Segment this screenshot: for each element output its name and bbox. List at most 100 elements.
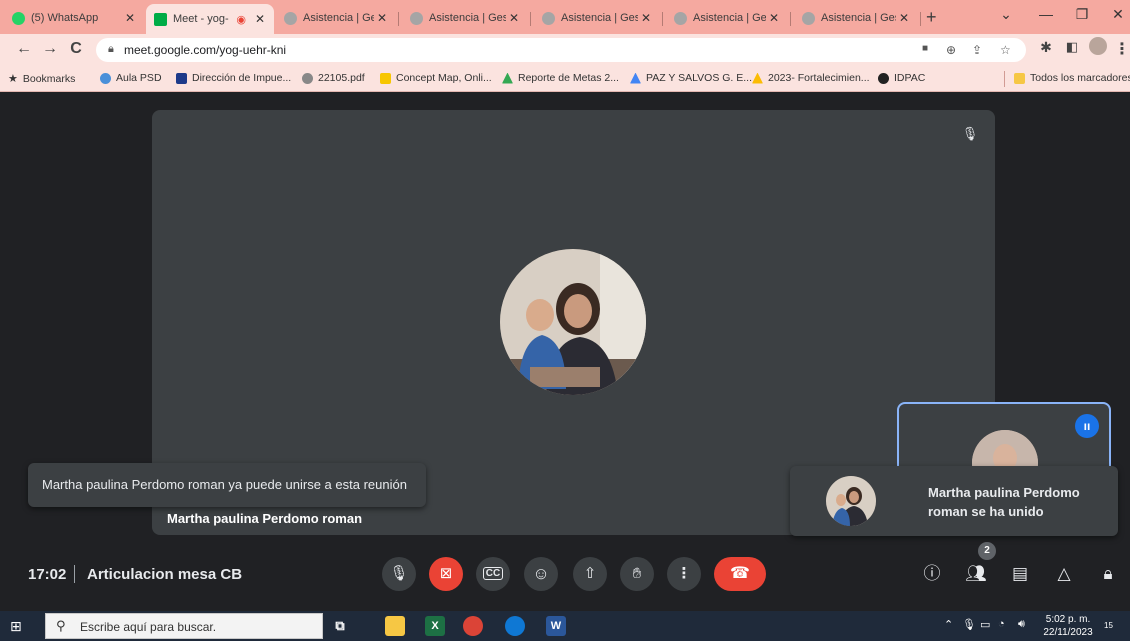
share-icon[interactable]: ⇪ bbox=[972, 43, 982, 57]
edge-icon[interactable] bbox=[505, 616, 525, 636]
reload-icon[interactable]: C bbox=[66, 40, 86, 58]
volume-icon[interactable]: 🔊︎ bbox=[1018, 618, 1025, 631]
meeting-clock: 17:02 bbox=[28, 566, 67, 583]
tray-mic-icon[interactable]: 🎙︎ bbox=[962, 618, 976, 631]
close-icon[interactable]: ✕ bbox=[122, 11, 138, 25]
miro-icon bbox=[380, 72, 391, 84]
bookmark-label: Aula PSD bbox=[116, 72, 162, 84]
camera-off-button[interactable]: ⊠ bbox=[429, 557, 463, 591]
tab-title: Meet - yog- bbox=[173, 13, 229, 25]
extensions-icon[interactable]: ✱ bbox=[1036, 39, 1056, 56]
bookmark-item[interactable]: Concept Map, Onli... bbox=[380, 72, 492, 84]
lock-person-icon: 🔒︎ bbox=[1103, 564, 1113, 583]
wifi-icon[interactable]: ◔ bbox=[998, 618, 1005, 630]
bookmark-label: PAZ Y SALVOS G. E... bbox=[646, 72, 753, 84]
tab-asistencia[interactable]: Asistencia | Gest ✕ bbox=[666, 6, 788, 30]
bookmark-item[interactable]: ★ Bookmarks bbox=[8, 72, 75, 86]
notification-text: Martha paulina Perdomo roman ya puede un… bbox=[42, 477, 407, 492]
activities-icon: △ bbox=[1057, 564, 1071, 583]
back-icon[interactable]: ← bbox=[14, 40, 34, 58]
tray-display-icon[interactable]: ▭ bbox=[980, 618, 990, 631]
avatar-photo bbox=[826, 476, 876, 526]
bookmark-item[interactable]: 22105.pdf bbox=[302, 72, 365, 84]
close-icon[interactable]: ✕ bbox=[374, 11, 390, 25]
close-icon[interactable]: ✕ bbox=[766, 11, 782, 25]
forward-icon[interactable]: → bbox=[40, 40, 60, 58]
bookmark-item[interactable]: Reporte de Metas 2... bbox=[502, 72, 619, 84]
bookmark-item[interactable]: PAZ Y SALVOS G. E... bbox=[630, 72, 752, 84]
people-icon: 👥︎ bbox=[965, 564, 987, 583]
tray-chevron-icon[interactable]: ⌃ bbox=[944, 618, 953, 631]
menu-icon[interactable]: ⋮ bbox=[1112, 39, 1130, 59]
hang-up-icon: ☎︎ bbox=[730, 565, 750, 582]
taskbar-search[interactable]: ⚲ Escribe aquí para buscar. bbox=[45, 613, 323, 639]
close-icon[interactable]: ✕ bbox=[638, 11, 654, 25]
tab-asistencia[interactable]: Asistencia | Gest ✕ bbox=[534, 6, 660, 30]
tab-separator bbox=[920, 12, 921, 26]
tab-asistencia[interactable]: Asistencia | Gest ✕ bbox=[402, 6, 528, 30]
close-icon[interactable]: ✕ bbox=[252, 12, 268, 26]
clock-time: 5:02 p. m. bbox=[1045, 614, 1091, 625]
captions-button[interactable]: CC bbox=[476, 557, 510, 591]
word-icon[interactable]: W bbox=[546, 616, 566, 636]
windows-start-icon[interactable]: ⊞ bbox=[10, 618, 22, 635]
zoom-icon[interactable]: ⊕ bbox=[946, 43, 956, 57]
tab-title: (5) WhatsApp bbox=[31, 12, 99, 24]
tab-search-icon[interactable]: ⌄ bbox=[996, 6, 1016, 23]
bookmark-item[interactable]: Aula PSD bbox=[100, 72, 162, 84]
bookmark-label: Reporte de Metas 2... bbox=[518, 72, 619, 84]
globe-icon bbox=[878, 72, 889, 84]
microphone-button[interactable]: 🎙︎ bbox=[382, 557, 416, 591]
joined-notification: Martha paulina Perdomo roman se ha unido bbox=[790, 466, 1118, 536]
tab-meet[interactable]: Meet - yog- ◉ ✕ bbox=[146, 4, 274, 34]
activities-button[interactable]: △ bbox=[1050, 560, 1078, 588]
doc-icon bbox=[176, 72, 187, 84]
tab-asistencia[interactable]: Asistencia | Gest ✕ bbox=[276, 6, 396, 30]
globe-icon bbox=[100, 72, 111, 84]
chat-button[interactable]: ▤ bbox=[1006, 560, 1034, 588]
drive-icon bbox=[752, 72, 763, 84]
drive-icon bbox=[502, 72, 513, 84]
bookmark-star-icon[interactable]: ☆ bbox=[1000, 43, 1011, 57]
globe-icon bbox=[410, 11, 423, 25]
captions-icon: CC bbox=[482, 567, 504, 580]
system-clock[interactable]: 5:02 p. m. 22/11/2023 bbox=[1043, 613, 1093, 639]
close-icon[interactable]: ✕ bbox=[896, 11, 912, 25]
bookmark-item[interactable]: 2023- Fortalecimien... bbox=[752, 72, 870, 84]
leave-call-button[interactable]: ☎︎ bbox=[714, 557, 766, 591]
notification-text: Martha paulina Perdomo roman se ha unido bbox=[928, 485, 1080, 519]
excel-icon[interactable]: X bbox=[425, 616, 445, 636]
new-tab-button[interactable]: + bbox=[926, 8, 937, 26]
camera-icon[interactable]: ■ bbox=[922, 43, 928, 54]
task-view-icon[interactable]: ⧉ bbox=[330, 616, 350, 636]
bookmark-item[interactable]: IDPAC bbox=[878, 72, 925, 84]
recording-icon: ◉ bbox=[236, 13, 246, 26]
sidepanel-icon[interactable]: ◧ bbox=[1062, 39, 1082, 55]
tab-title: Asistencia | Gest bbox=[429, 12, 506, 24]
more-options-button[interactable]: ⋮ bbox=[667, 557, 701, 591]
url-text: meet.google.com/yog-uehr-kni bbox=[124, 43, 287, 57]
host-controls-button[interactable]: 🔒︎ bbox=[1094, 560, 1122, 588]
info-icon: ⓘ bbox=[923, 564, 941, 583]
bookmark-item[interactable]: Dirección de Impue... bbox=[176, 72, 291, 84]
camera-off-icon: ⊠ bbox=[439, 565, 453, 582]
reactions-button[interactable]: ☺ bbox=[524, 557, 558, 591]
meeting-details-button[interactable]: ⓘ bbox=[918, 560, 946, 588]
present-button[interactable]: ⇧ bbox=[573, 557, 607, 591]
tab-whatsapp[interactable]: (5) WhatsApp ✕ bbox=[4, 6, 144, 30]
raise-hand-button[interactable]: ✋︎ bbox=[620, 557, 654, 591]
mic-off-icon: 🎙︎ bbox=[961, 126, 979, 141]
chrome-icon[interactable] bbox=[463, 616, 483, 636]
profile-avatar[interactable] bbox=[1088, 37, 1108, 60]
address-bar[interactable]: 🔒︎ meet.google.com/yog-uehr-kni ■ ⊕ ⇪ ☆ bbox=[96, 38, 1026, 62]
close-icon[interactable]: ✕ bbox=[506, 11, 522, 25]
notification-center-icon[interactable]: 15 bbox=[1104, 616, 1113, 631]
tab-asistencia[interactable]: Asistencia | Gest ✕ bbox=[794, 6, 918, 30]
minimize-icon[interactable]: — bbox=[1036, 6, 1056, 22]
window-close-icon[interactable]: ✕ bbox=[1108, 6, 1128, 23]
all-bookmarks[interactable]: Todos los marcadores bbox=[1014, 72, 1130, 84]
restore-icon[interactable]: ❐ bbox=[1072, 6, 1092, 23]
people-button[interactable]: 👥︎ bbox=[962, 560, 990, 588]
file-explorer-icon[interactable] bbox=[385, 616, 405, 636]
notification-count: 15 bbox=[1104, 621, 1113, 630]
